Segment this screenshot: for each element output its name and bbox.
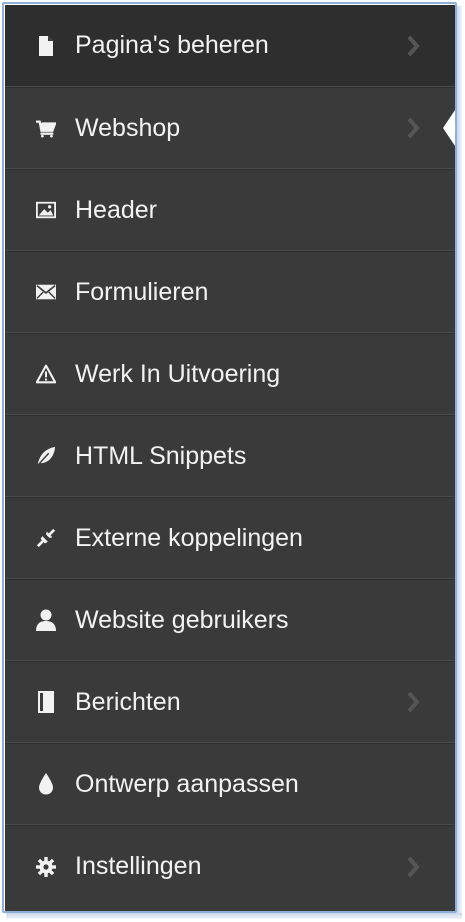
cart-icon — [36, 118, 56, 138]
book-icon — [36, 691, 56, 713]
link-icon — [36, 528, 56, 548]
envelope-icon — [36, 282, 56, 302]
frame-shadow-bottom — [6, 913, 462, 919]
image-icon — [36, 200, 56, 220]
menu-item-label: Berichten — [75, 687, 181, 716]
menu-item-webshop[interactable]: Webshop — [5, 87, 455, 169]
menu-item-ontwerp-aanpassen[interactable]: Ontwerp aanpassen — [5, 743, 455, 825]
menu-item-html-snippets[interactable]: HTML Snippets — [5, 415, 455, 497]
menu-item-label: Instellingen — [75, 852, 202, 880]
menu-item-label: Externe koppelingen — [75, 523, 303, 552]
menu-item-label: HTML Snippets — [75, 441, 247, 470]
menu-item-label: Pagina's beheren — [75, 31, 269, 59]
menu-item-header[interactable]: Header — [5, 169, 455, 251]
menu-item-paginas-beheren[interactable]: Pagina's beheren — [5, 5, 455, 87]
menu-item-website-gebruikers[interactable]: Website gebruikers — [5, 579, 455, 661]
menu-item-label: Header — [75, 195, 157, 224]
chevron-right-icon — [403, 33, 423, 59]
menu-item-instellingen[interactable]: Instellingen — [5, 825, 455, 907]
chevron-right-icon — [403, 689, 423, 715]
drop-icon — [36, 773, 56, 795]
menu-item-berichten[interactable]: Berichten — [5, 661, 455, 743]
menu-item-label: Formulieren — [75, 277, 209, 306]
file-icon — [36, 35, 56, 56]
menu-item-formulieren[interactable]: Formulieren — [5, 251, 455, 333]
frame-shadow-right — [457, 6, 462, 918]
menu-item-label: Website gebruikers — [75, 605, 289, 634]
leaf-icon — [36, 446, 56, 466]
active-pointer-icon — [443, 110, 455, 146]
menu-item-werk-in-uitvoering[interactable]: Werk In Uitvoering — [5, 333, 455, 415]
warning-icon — [36, 364, 56, 384]
menu-item-label: Ontwerp aanpassen — [75, 769, 299, 798]
menu-item-externe-koppelingen[interactable]: Externe koppelingen — [5, 497, 455, 579]
screenshot-frame: Pagina's beheren Webshop Header Formulie… — [0, 0, 465, 922]
chevron-right-icon — [403, 854, 423, 880]
menu-item-label: Webshop — [75, 113, 181, 142]
chevron-right-icon — [403, 115, 423, 141]
sidebar-menu: Pagina's beheren Webshop Header Formulie… — [5, 5, 455, 911]
user-icon — [36, 609, 56, 631]
menu-item-label: Werk In Uitvoering — [75, 359, 281, 388]
gear-icon — [36, 856, 56, 877]
